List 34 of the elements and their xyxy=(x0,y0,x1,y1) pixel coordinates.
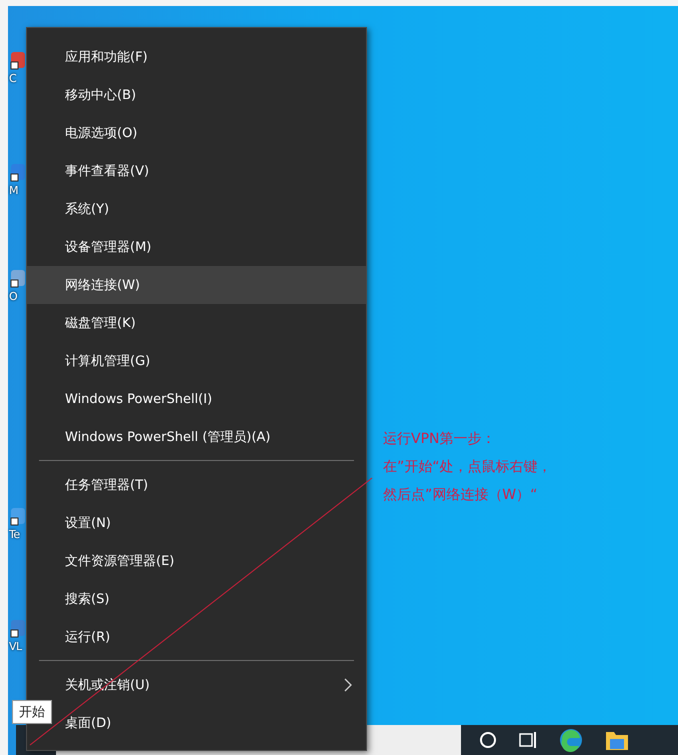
annotation-text: 然后点”网络连接（W）“ xyxy=(383,486,538,504)
menu-item[interactable]: 电源选项(O) xyxy=(27,114,366,152)
menu-item[interactable]: 运行(R) xyxy=(27,618,366,656)
app-icon[interactable] xyxy=(9,506,25,526)
menu-item[interactable]: 磁盘管理(K) xyxy=(27,304,366,342)
menu-item[interactable]: 计算机管理(G) xyxy=(27,342,366,380)
annotation-text: 在”开始“处，点鼠标右键， xyxy=(383,458,552,476)
menu-item[interactable]: 网络连接(W) xyxy=(27,266,366,304)
app-icon[interactable] xyxy=(9,618,25,638)
menu-item[interactable]: Windows PowerShell(I) xyxy=(27,380,366,418)
icon-label: VL xyxy=(9,640,22,653)
menu-item[interactable]: 设置(N) xyxy=(27,504,366,542)
menu-item[interactable]: 文件资源管理器(E) xyxy=(27,542,366,580)
browser-icon[interactable] xyxy=(559,728,583,752)
task-view-icon[interactable] xyxy=(519,731,537,749)
menu-item[interactable]: 应用和功能(F) xyxy=(27,38,366,76)
app-icon[interactable] xyxy=(9,162,25,182)
tooltip: 开始 xyxy=(12,700,52,724)
folder-icon[interactable] xyxy=(605,729,629,751)
icon-label: M xyxy=(9,184,18,197)
menu-item[interactable]: 事件查看器(V) xyxy=(27,152,366,190)
menu-item[interactable]: Windows PowerShell (管理员)(A) xyxy=(27,418,366,456)
menu-item[interactable]: 设备管理器(M) xyxy=(27,228,366,266)
menu-item[interactable]: 系统(Y) xyxy=(27,190,366,228)
annotation-text: 运行VPN第一步： xyxy=(383,430,496,448)
icon-label: O xyxy=(9,290,18,303)
app-icon[interactable] xyxy=(9,268,25,288)
menu-item[interactable]: 任务管理器(T) xyxy=(27,466,366,504)
search-icon[interactable] xyxy=(479,731,497,749)
menu-item[interactable]: 搜索(S) xyxy=(27,580,366,618)
icon-label: Te xyxy=(9,528,20,541)
menu-item[interactable]: 移动中心(B) xyxy=(27,76,366,114)
icon-label: C xyxy=(9,72,16,85)
app-icon[interactable] xyxy=(9,50,25,70)
